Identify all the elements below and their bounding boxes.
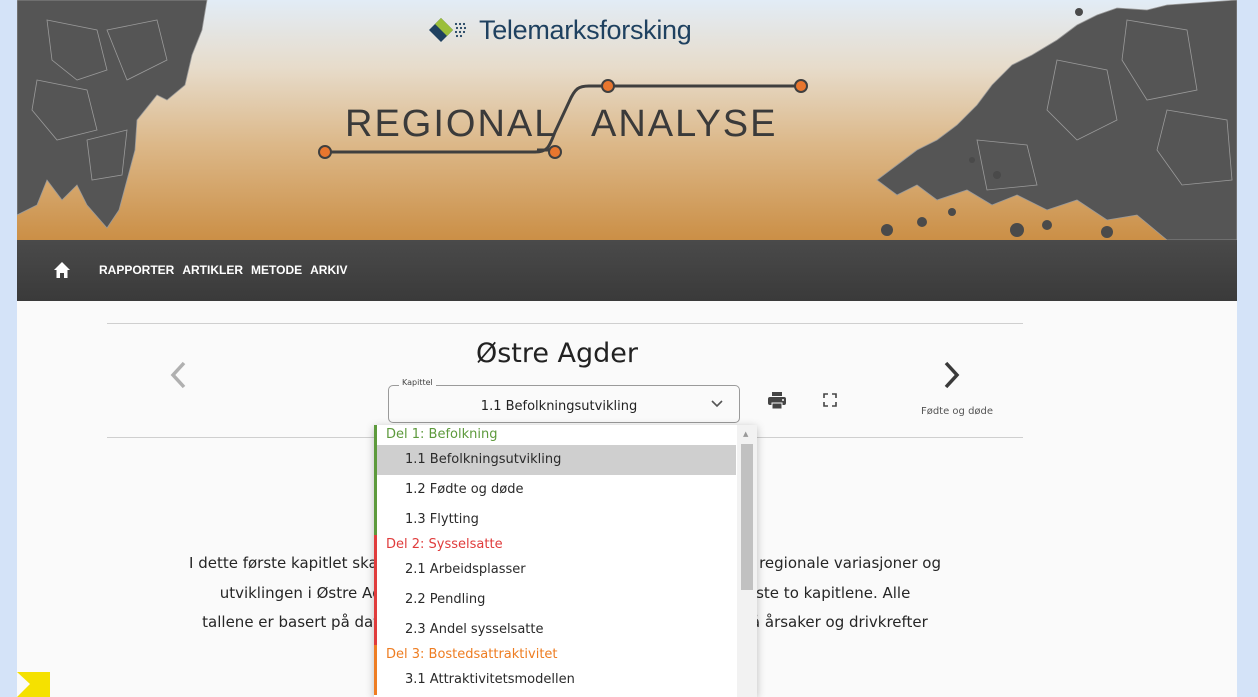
dropdown-option-2-1[interactable]: 2.1 Arbeidsplasser (374, 555, 736, 585)
chapter-select-legend: Kapittel (399, 378, 436, 387)
brand-mark-icon (429, 18, 467, 42)
home-icon[interactable] (53, 261, 71, 279)
main-navbar: RAPPORTER ARTIKLER METODE ARKIV (17, 240, 1237, 301)
nav-link-metode[interactable]: METODE (251, 263, 302, 277)
nav-links: RAPPORTER ARTIKLER METODE ARKIV (99, 263, 347, 277)
scroll-up-arrow-icon[interactable]: ▲ (743, 430, 748, 438)
chevron-down-icon (711, 400, 723, 408)
dropdown-option-1-2[interactable]: 1.2 Fødte og døde (374, 475, 736, 505)
hero-word-left: REGIONAL (345, 103, 557, 145)
scrollbar-thumb[interactable] (741, 444, 753, 590)
dropdown-group-bostedsattraktivitet: Del 3: Bostedsattraktivitet (374, 645, 736, 665)
yellow-marker-icon (17, 672, 50, 697)
regional-analyse-logo: REGIONAL ANALYSE (318, 79, 808, 159)
nav-link-artikler[interactable]: ARTIKLER (182, 263, 243, 277)
dropdown-group-befolkning: Del 1: Befolkning (374, 425, 736, 445)
nav-link-rapporter[interactable]: RAPPORTER (99, 263, 174, 277)
brand-logo[interactable]: Telemarksforsking (427, 10, 692, 50)
nav-link-arkiv[interactable]: ARKIV (310, 263, 347, 277)
chapter-dropdown-list: Del 1: Befolkning 1.1 Befolkningsutvikli… (374, 425, 736, 695)
next-chapter-label[interactable]: Fødte og døde (897, 406, 1017, 417)
dropdown-scrollbar[interactable]: ▲ (737, 425, 757, 697)
chapter-dropdown: Del 1: Befolkning 1.1 Befolkningsutvikli… (374, 425, 757, 697)
site-header: Telemarksforsking REGIONAL ANALYSE (17, 0, 1237, 240)
top-divider (107, 323, 1023, 324)
chevron-right-icon[interactable] (941, 360, 961, 390)
hero-word-right: ANALYSE (591, 103, 777, 145)
dropdown-option-1-1[interactable]: 1.1 Befolkningsutvikling (374, 445, 736, 475)
dropdown-group-sysselsatte: Del 2: Sysselsatte (374, 535, 736, 555)
print-icon[interactable] (767, 392, 787, 410)
fullscreen-icon[interactable] (823, 393, 837, 407)
chevron-left-icon[interactable] (169, 360, 189, 390)
chapter-select[interactable]: Kapittel 1.1 Befolkningsutvikling (388, 378, 740, 423)
dropdown-option-1-3[interactable]: 1.3 Flytting (374, 505, 736, 535)
brand-name: Telemarksforsking (479, 14, 692, 45)
chapter-select-value: 1.1 Befolkningsutvikling (480, 399, 638, 414)
page-frame: Telemarksforsking REGIONAL ANALYSE RAPPO… (17, 0, 1237, 697)
dropdown-option-2-2[interactable]: 2.2 Pendling (374, 585, 736, 615)
dropdown-option-2-3[interactable]: 2.3 Andel sysselsatte (374, 615, 736, 645)
page-title: Østre Agder (475, 338, 639, 369)
dropdown-option-3-1[interactable]: 3.1 Attraktivitetsmodellen (374, 665, 736, 695)
